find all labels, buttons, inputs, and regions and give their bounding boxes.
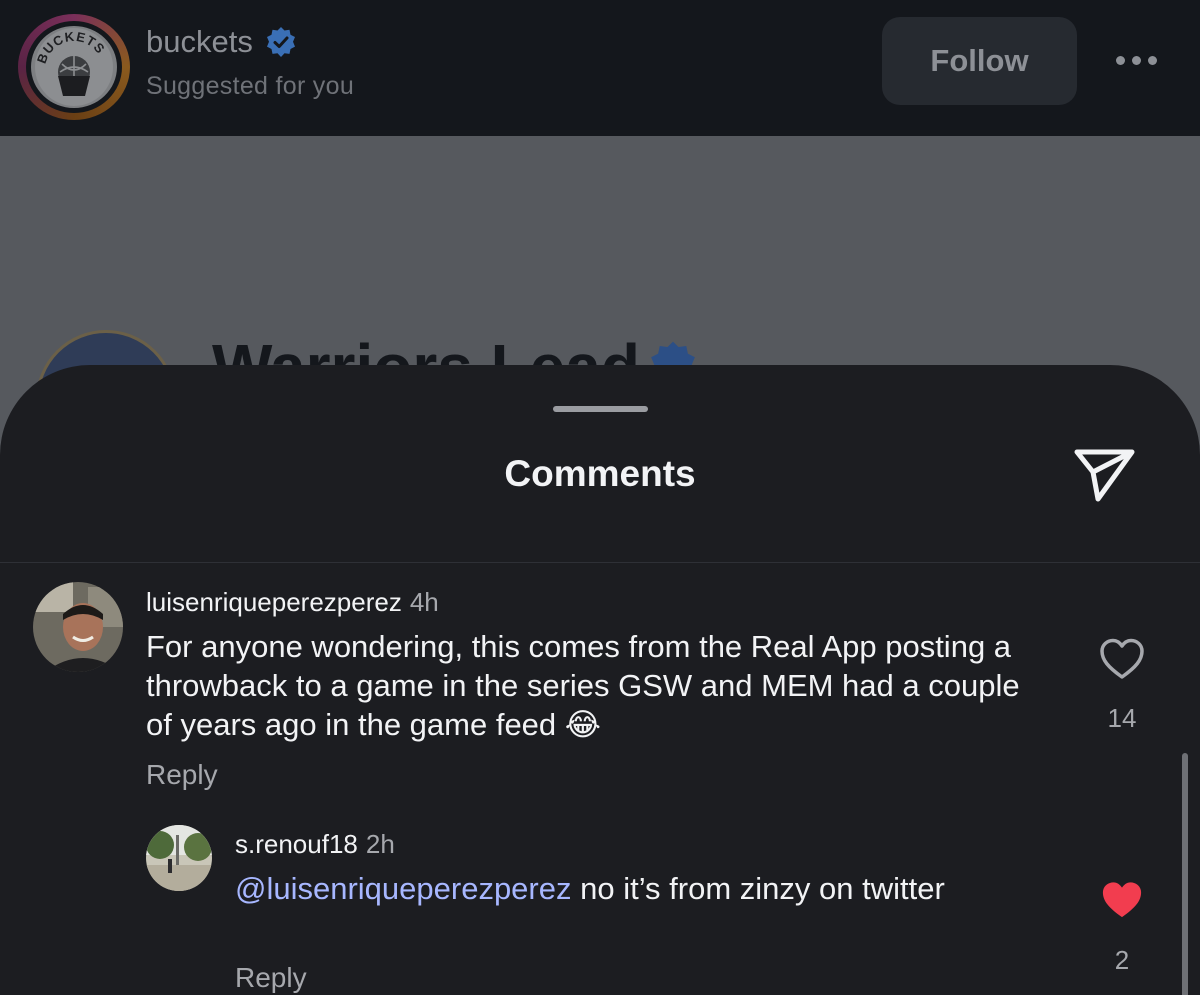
comment-timestamp: 2h [365, 829, 395, 859]
account-name-row[interactable]: buckets [146, 24, 297, 60]
comment-username[interactable]: s.renouf18 [235, 829, 358, 859]
comment-header: s.renouf18 2h [235, 829, 395, 860]
more-options-icon[interactable] [1116, 56, 1157, 65]
reply-comment-item: s.renouf18 2h @luisenriqueperezperez no i… [0, 365, 1200, 995]
comments-sheet: Comments luisenriqueperezperez 4h For any… [0, 365, 1200, 995]
user-mention[interactable]: @luisenriqueperezperez [235, 871, 572, 906]
follow-button[interactable]: Follow [882, 17, 1077, 105]
heart-filled-icon[interactable] [1099, 879, 1145, 921]
verified-badge-icon [266, 27, 295, 57]
account-username[interactable]: buckets [146, 24, 253, 60]
reply-button[interactable]: Reply [235, 962, 307, 994]
scrollbar[interactable] [1182, 753, 1188, 995]
account-avatar[interactable]: BUCKETS [18, 14, 130, 120]
comment-text: @luisenriqueperezperez no it’s from zinz… [235, 871, 945, 906]
like-count: 2 [1114, 945, 1130, 975]
commenter-avatar[interactable] [146, 825, 212, 891]
buckets-logo: BUCKETS [31, 26, 117, 108]
suggested-label: Suggested for you [146, 72, 355, 100]
post-header: BUCKETS buckets Suggested for you Follow [0, 0, 1200, 136]
